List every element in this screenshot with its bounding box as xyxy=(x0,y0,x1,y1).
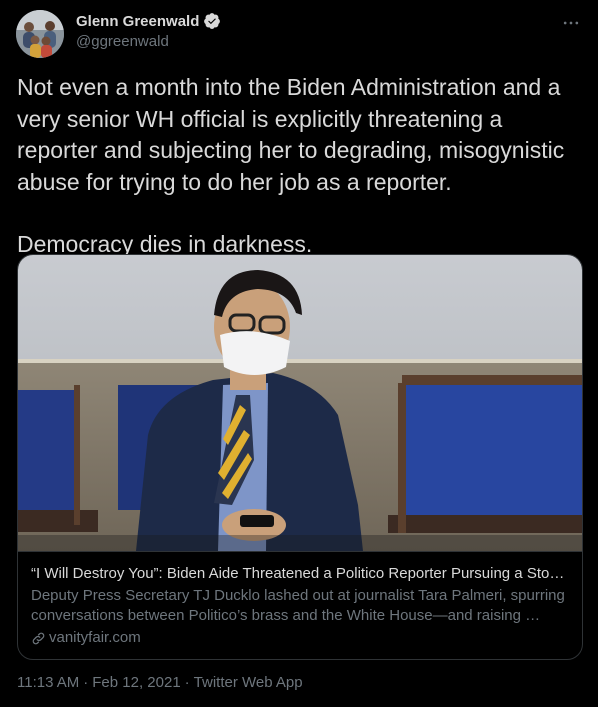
meta-separator: · xyxy=(83,674,89,691)
more-options-icon[interactable] xyxy=(558,10,584,36)
link-icon xyxy=(32,632,45,644)
avatar-photo-icon xyxy=(16,10,64,58)
meta-separator: · xyxy=(184,674,190,691)
avatar[interactable] xyxy=(16,10,64,58)
article-photo xyxy=(18,255,582,551)
tweet-time[interactable]: 11:13 AM xyxy=(17,674,79,691)
card-domain-text[interactable]: vanityfair.com xyxy=(49,628,141,648)
tweet: Glenn Greenwald @ggreenwald Not even a m… xyxy=(0,0,598,707)
author-handle[interactable]: @ggreenwald xyxy=(76,33,169,50)
link-card[interactable]: “I Will Destroy You”: Biden Aide Threate… xyxy=(17,254,583,660)
card-domain[interactable]: vanityfair.com xyxy=(31,628,569,648)
tweet-source[interactable]: Twitter Web App xyxy=(194,674,303,691)
author-name-row[interactable]: Glenn Greenwald xyxy=(76,12,221,30)
verified-badge-icon xyxy=(204,13,221,29)
tweet-date[interactable]: Feb 12, 2021 xyxy=(92,674,180,691)
tweet-meta: 11:13 AM · Feb 12, 2021 · Twitter Web Ap… xyxy=(17,674,303,691)
tweet-text: Not even a month into the Biden Administ… xyxy=(17,72,585,261)
card-description: Deputy Press Secretary TJ Ducklo lashed … xyxy=(31,587,565,624)
card-image[interactable] xyxy=(18,255,582,551)
card-title[interactable]: “I Will Destroy You”: Biden Aide Threate… xyxy=(31,564,569,584)
card-body[interactable]: “I Will Destroy You”: Biden Aide Threate… xyxy=(18,551,582,659)
tweet-paragraph: Not even a month into the Biden Administ… xyxy=(17,74,565,195)
author-display-name[interactable]: Glenn Greenwald xyxy=(76,13,199,30)
